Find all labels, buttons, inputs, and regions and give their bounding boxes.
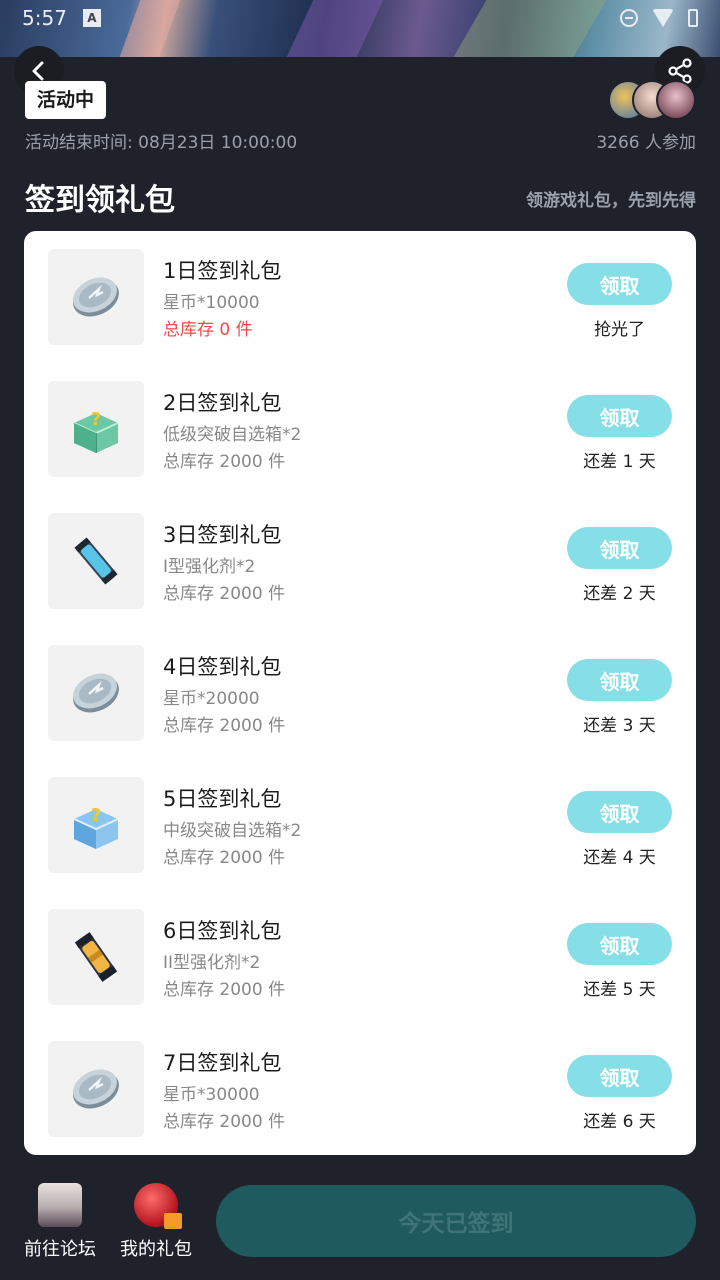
gift-title: 5日签到礼包 [163, 787, 282, 811]
gift-title: 4日签到礼包 [163, 655, 282, 679]
claim-button[interactable]: 领取 [567, 923, 672, 965]
notification-a-icon: A [82, 9, 101, 27]
wifi-icon [652, 9, 674, 27]
my-gifts-button[interactable]: 我的礼包 [111, 1181, 201, 1261]
gift-title: 2日签到礼包 [163, 391, 282, 415]
my-gifts-label: 我的礼包 [120, 1239, 192, 1260]
gift-desc: 星币*30000 [163, 1085, 260, 1105]
claim-button[interactable]: 领取 [567, 395, 672, 437]
claim-button[interactable]: 领取 [567, 263, 672, 305]
forum-button[interactable]: 前往论坛 [15, 1181, 105, 1261]
gift-desc: I型强化剂*2 [163, 557, 256, 577]
activity-end-time: 活动结束时间: 08月23日 10:00:00 [25, 133, 298, 153]
do-not-disturb-icon [620, 9, 638, 27]
gift-stock: 总库存 0 件 [163, 320, 253, 340]
chevron-left-icon [32, 61, 44, 81]
signed-in-today-button[interactable]: 今天已签到 [216, 1185, 696, 1257]
gift-desc: 星币*10000 [163, 293, 260, 313]
gift-apple-icon [134, 1183, 182, 1229]
claim-button[interactable]: 领取 [567, 527, 672, 569]
gift-stock: 总库存 2000 件 [163, 1112, 286, 1132]
svg-text:?: ? [91, 409, 101, 430]
gift-status: 还差 4 天 [583, 848, 656, 868]
gift-title: 1日签到礼包 [163, 259, 282, 283]
gift-stock: 总库存 2000 件 [163, 848, 286, 868]
gift-status: 还差 3 天 [583, 716, 656, 736]
list-item: 3日签到礼包 I型强化剂*2 总库存 2000 件 领取 还差 2 天 [24, 495, 696, 627]
gift-title: 6日签到礼包 [163, 919, 282, 943]
list-item: ? 5日签到礼包 中级突破自选箱*2 总库存 2000 件 领取 还差 4 天 [24, 759, 696, 891]
gift-stock: 总库存 2000 件 [163, 980, 286, 1000]
coin-icon [48, 249, 144, 345]
gift-status: 还差 6 天 [583, 1112, 656, 1132]
participant-count: 3266 人参加 [596, 133, 696, 153]
claim-button[interactable]: 领取 [567, 1055, 672, 1097]
gift-status: 还差 1 天 [583, 452, 656, 472]
gift-desc: 中级突破自选箱*2 [163, 821, 302, 841]
avatar [656, 80, 696, 120]
forum-avatar-icon [38, 1183, 82, 1227]
gold-canister-icon [48, 909, 144, 1005]
gift-list: 1日签到礼包 星币*10000 总库存 0 件 领取 抢光了 ? 2日签到礼包 … [24, 231, 696, 1155]
gift-stock: 总库存 2000 件 [163, 452, 286, 472]
coin-icon [48, 1041, 144, 1137]
list-item: 4日签到礼包 星币*20000 总库存 2000 件 领取 还差 3 天 [24, 627, 696, 759]
list-item: 6日签到礼包 II型强化剂*2 总库存 2000 件 领取 还差 5 天 [24, 891, 696, 1023]
section-hint: 领游戏礼包，先到先得 [526, 191, 696, 211]
list-item: ? 2日签到礼包 低级突破自选箱*2 总库存 2000 件 领取 还差 1 天 [24, 363, 696, 495]
gift-desc: 星币*20000 [163, 689, 260, 709]
gift-stock: 总库存 2000 件 [163, 716, 286, 736]
gift-status: 还差 5 天 [583, 980, 656, 1000]
blue-canister-icon [48, 513, 144, 609]
gift-desc: 低级突破自选箱*2 [163, 425, 302, 445]
gift-status: 还差 2 天 [583, 584, 656, 604]
claim-button[interactable]: 领取 [567, 659, 672, 701]
page-title: 签到领礼包 [25, 183, 175, 218]
forum-label: 前往论坛 [24, 1239, 96, 1260]
bottom-bar: 前往论坛 我的礼包 今天已签到 [0, 1161, 720, 1280]
claim-button[interactable]: 领取 [567, 791, 672, 833]
svg-text:?: ? [91, 805, 101, 826]
gift-stock: 总库存 2000 件 [163, 584, 286, 604]
gift-status: 抢光了 [594, 320, 645, 340]
gift-title: 3日签到礼包 [163, 523, 282, 547]
participant-avatars[interactable] [608, 80, 698, 122]
status-bar: 5:57 A [0, 0, 720, 36]
list-item: 7日签到礼包 星币*30000 总库存 2000 件 领取 还差 6 天 [24, 1023, 696, 1155]
status-time: 5:57 [22, 6, 67, 30]
blue-mystery-box-icon: ? [48, 777, 144, 873]
list-item: 1日签到礼包 星币*10000 总库存 0 件 领取 抢光了 [24, 231, 696, 363]
battery-icon [688, 9, 698, 27]
activity-status-badge: 活动中 [25, 81, 107, 119]
coin-icon [48, 645, 144, 741]
gift-title: 7日签到礼包 [163, 1051, 282, 1075]
green-mystery-box-icon: ? [48, 381, 144, 477]
gift-desc: II型强化剂*2 [163, 953, 261, 973]
